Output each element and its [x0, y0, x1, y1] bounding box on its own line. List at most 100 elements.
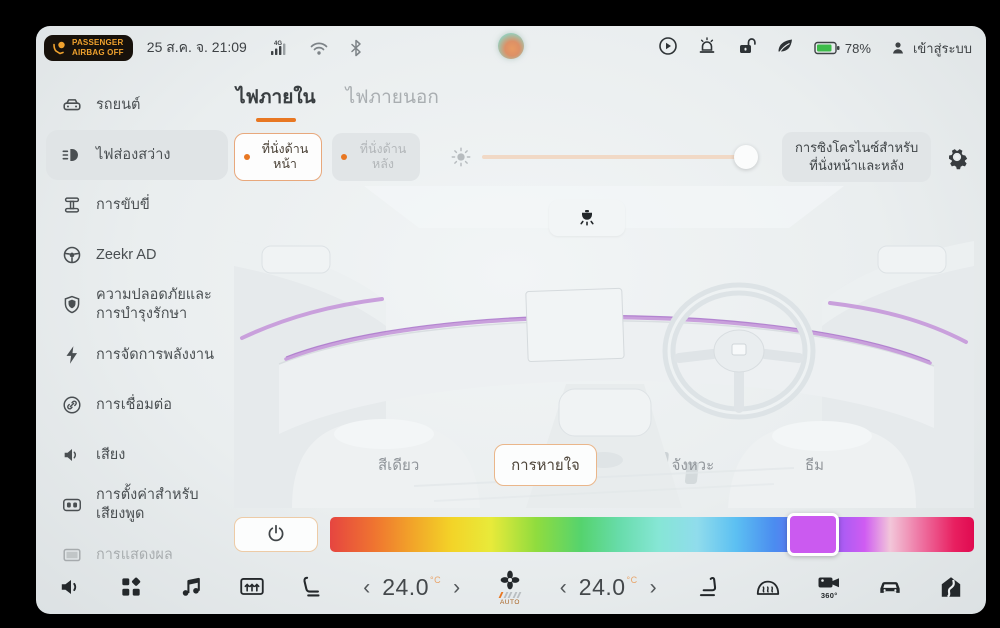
eco-leaf-icon[interactable] [775, 36, 795, 61]
brightness-slider-knob[interactable] [734, 145, 758, 170]
front-rear-sync-button[interactable]: การซิงโครไนซ์สำหรับ ที่นั่งหน้าและหลัง [782, 132, 932, 183]
wifi-icon [309, 40, 329, 56]
sidebar-item-safety-maintenance[interactable]: ความปลอดภัยและ การบำรุงรักษา [46, 280, 228, 330]
ambient-light-power-button[interactable] [234, 516, 318, 552]
datetime: 25 ส.ค. จ. 21:09 [146, 39, 247, 55]
sidebar-item-label: การเชื่อมต่อ [96, 396, 172, 413]
airbag-badge-line2: AIRBAG OFF [72, 48, 124, 57]
sidebar-item-label: ไฟส่องสว่าง [96, 146, 171, 163]
bottom-dock: ‹ 24.0 °C › AUTO ‹ 24.0 °C › 360° [36, 566, 986, 614]
sidebar-item-zeekr-ad[interactable]: Zeekr AD [46, 230, 228, 280]
apps-grid-icon [122, 577, 141, 596]
seat-tab-front[interactable]: ที่นั่งด้าน หน้า [234, 133, 322, 182]
battery-icon [814, 41, 840, 55]
dock-fan-button[interactable]: AUTO [498, 569, 522, 606]
seat-tab-label-line1: ที่นั่งด้าน [261, 141, 309, 156]
tab-interior-light[interactable]: ไฟภายใน [236, 82, 316, 124]
temp-decrease-button[interactable]: ‹ [359, 577, 374, 598]
passenger-temp-control: ‹ 24.0 °C › [556, 574, 661, 601]
passenger-airbag-off-badge: PASSENGER AIRBAG OFF [44, 35, 133, 61]
car-front-icon [880, 582, 900, 593]
link-icon [63, 396, 81, 414]
alarm-siren-icon[interactable] [697, 36, 717, 61]
unlock-icon[interactable] [736, 36, 756, 61]
airbag-badge-line1: PASSENGER [72, 38, 124, 48]
temp-increase-button[interactable]: › [449, 577, 464, 598]
sidebar-item-sound[interactable]: เสียง [46, 430, 228, 480]
sidebar-item-voice-settings[interactable]: การตั้งค่าสำหรับ เสียงพูด [46, 480, 228, 530]
display-icon [63, 548, 81, 562]
dock-seat-recline-button[interactable] [695, 574, 721, 600]
dock-seat-ventilation-button[interactable] [238, 574, 266, 600]
sidebar-item-lighting[interactable]: ไฟส่องสว่าง [46, 130, 228, 180]
sidebar-item-connectivity[interactable]: การเชื่อมต่อ [46, 380, 228, 430]
temp-unit: °C [429, 574, 442, 585]
light-controls-row: ที่นั่งด้าน หน้า ที่นั่งด้าน หลัง การซิง… [234, 132, 974, 183]
brightness-sun-icon [451, 147, 471, 167]
sidebar-item-energy[interactable]: การจัดการพลังงาน [46, 330, 228, 380]
navigation-route-icon [941, 577, 961, 598]
dock-music-button[interactable] [178, 574, 204, 600]
driver-temperature[interactable]: 24.0 °C [382, 574, 441, 601]
dock-seat-button[interactable] [299, 574, 325, 600]
volume-icon [61, 579, 77, 595]
chassis-icon [64, 197, 80, 213]
seat-ventilation-icon [239, 578, 264, 595]
sentry-mode-icon[interactable] [658, 36, 678, 61]
steering-wheel-icon [63, 246, 81, 264]
voice-assistant-orb[interactable] [498, 33, 524, 59]
passenger-temperature[interactable]: 24.0 °C [579, 574, 638, 601]
sidebar-item-driving[interactable]: การขับขี่ [46, 180, 228, 230]
sidebar-item-label: รถยนต์ [96, 96, 141, 113]
battery-percent: 78% [844, 40, 871, 56]
tab-exterior-light[interactable]: ไฟภายนอก [346, 82, 439, 124]
temp-increase-button[interactable]: › [646, 577, 661, 598]
headlight-icon [62, 149, 78, 161]
sidebar-item-label: การจัดการพลังงาน [96, 346, 214, 363]
dock-navigation-button[interactable] [938, 574, 964, 600]
sync-button-line1: การซิงโครไนซ์สำหรับ [795, 140, 919, 155]
color-gradient-slider[interactable] [330, 512, 974, 556]
mode-tab-rhythm[interactable]: จังหวะ [656, 445, 730, 485]
selected-color-swatch[interactable] [787, 512, 840, 556]
dock-apps-button[interactable] [118, 574, 144, 600]
lightning-icon [66, 346, 78, 364]
mode-tab-breathing[interactable]: การหายใจ [494, 444, 597, 487]
temp-value: 24.0 [578, 573, 626, 600]
fan-auto-label: AUTO [499, 598, 520, 606]
infotainment-screen: PASSENGER AIRBAG OFF 25 ส.ค. จ. 21:09 4G [36, 26, 986, 614]
mode-tab-theme[interactable]: ธีม [789, 445, 840, 485]
login-label: เข้าสู่ระบบ [912, 40, 972, 56]
mode-tab-single-color[interactable]: สีเดียว [362, 445, 435, 485]
dock-volume-button[interactable] [58, 574, 84, 600]
car-icon [63, 99, 81, 111]
dock-vehicle-status-button[interactable] [876, 574, 904, 600]
power-icon [268, 525, 284, 542]
brightness-slider[interactable] [482, 145, 758, 170]
gear-icon [948, 149, 968, 170]
temp-value: 24.0 [382, 573, 429, 600]
light-settings-button[interactable] [944, 144, 970, 170]
login-button[interactable]: เข้าสู่ระบบ [890, 38, 972, 59]
light-tabs: ไฟภายใน ไฟภายนอก [234, 82, 974, 124]
fan-icon [500, 570, 520, 589]
battery-status: 78% [814, 41, 871, 56]
seat-tab-rear[interactable]: ที่นั่งด้าน หลัง [332, 133, 420, 182]
sidebar-item-label: การขับขี่ [96, 196, 150, 213]
dock-defrost-button[interactable] [754, 574, 782, 600]
music-note-icon [182, 577, 200, 596]
sidebar-item-label: เสียง [96, 446, 126, 463]
seat-tab-label-line2: หลัง [371, 157, 394, 172]
temp-decrease-button[interactable]: ‹ [556, 577, 571, 598]
label-line2: การบำรุงรักษา [96, 306, 188, 322]
lighting-panel: ไฟภายใน ไฟภายนอก ที่นั่งด้าน หน้า ที่นั่… [234, 82, 974, 556]
seat-tab-label-line2: หน้า [273, 157, 297, 172]
user-icon [892, 42, 903, 54]
label-line2: เสียงพูด [96, 506, 145, 522]
cellular-signal-icon: 4G [267, 39, 289, 57]
shield-icon [64, 295, 80, 314]
sidebar-item-vehicle[interactable]: รถยนต์ [46, 80, 228, 130]
dock-360-camera-button[interactable]: 360° [816, 575, 842, 600]
network-type-label: 4G [274, 41, 282, 47]
ceiling-light-button[interactable] [549, 200, 625, 237]
